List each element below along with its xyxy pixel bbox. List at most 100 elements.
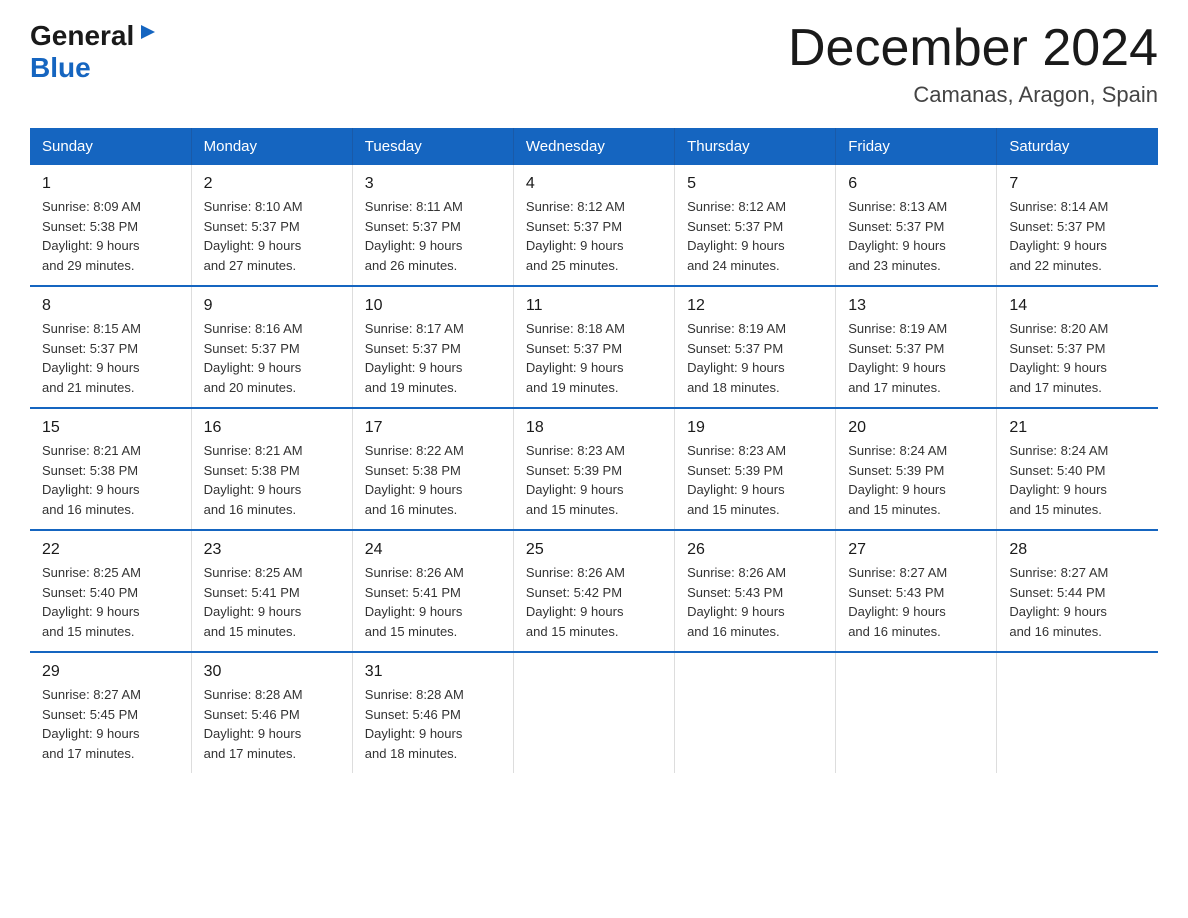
- column-header-saturday: Saturday: [997, 128, 1158, 165]
- day-info: Sunrise: 8:18 AM Sunset: 5:37 PM Dayligh…: [526, 319, 662, 397]
- calendar-cell: 5 Sunrise: 8:12 AM Sunset: 5:37 PM Dayli…: [675, 165, 836, 286]
- calendar-cell: 8 Sunrise: 8:15 AM Sunset: 5:37 PM Dayli…: [30, 286, 191, 408]
- day-number: 20: [848, 419, 984, 437]
- calendar-cell: [513, 652, 674, 773]
- day-info: Sunrise: 8:27 AM Sunset: 5:43 PM Dayligh…: [848, 563, 984, 641]
- day-info: Sunrise: 8:11 AM Sunset: 5:37 PM Dayligh…: [365, 197, 501, 275]
- calendar-cell: [675, 652, 836, 773]
- day-number: 5: [687, 175, 823, 193]
- day-number: 25: [526, 541, 662, 559]
- day-info: Sunrise: 8:19 AM Sunset: 5:37 PM Dayligh…: [848, 319, 984, 397]
- day-number: 14: [1009, 297, 1146, 315]
- day-number: 2: [204, 175, 340, 193]
- calendar-cell: 2 Sunrise: 8:10 AM Sunset: 5:37 PM Dayli…: [191, 165, 352, 286]
- calendar-cell: 3 Sunrise: 8:11 AM Sunset: 5:37 PM Dayli…: [352, 165, 513, 286]
- logo-blue: Blue: [30, 52, 91, 83]
- day-info: Sunrise: 8:09 AM Sunset: 5:38 PM Dayligh…: [42, 197, 179, 275]
- day-number: 19: [687, 419, 823, 437]
- calendar-cell: 11 Sunrise: 8:18 AM Sunset: 5:37 PM Dayl…: [513, 286, 674, 408]
- week-row-5: 29 Sunrise: 8:27 AM Sunset: 5:45 PM Dayl…: [30, 652, 1158, 773]
- calendar-cell: 25 Sunrise: 8:26 AM Sunset: 5:42 PM Dayl…: [513, 530, 674, 652]
- day-number: 22: [42, 541, 179, 559]
- day-number: 4: [526, 175, 662, 193]
- page-header: General Blue December 2024 Camanas, Arag…: [30, 20, 1158, 108]
- day-number: 23: [204, 541, 340, 559]
- header-row: SundayMondayTuesdayWednesdayThursdayFrid…: [30, 128, 1158, 165]
- day-info: Sunrise: 8:27 AM Sunset: 5:45 PM Dayligh…: [42, 685, 179, 763]
- day-info: Sunrise: 8:19 AM Sunset: 5:37 PM Dayligh…: [687, 319, 823, 397]
- day-info: Sunrise: 8:26 AM Sunset: 5:42 PM Dayligh…: [526, 563, 662, 641]
- day-info: Sunrise: 8:21 AM Sunset: 5:38 PM Dayligh…: [42, 441, 179, 519]
- day-info: Sunrise: 8:12 AM Sunset: 5:37 PM Dayligh…: [687, 197, 823, 275]
- column-header-sunday: Sunday: [30, 128, 191, 165]
- day-number: 16: [204, 419, 340, 437]
- calendar-body: 1 Sunrise: 8:09 AM Sunset: 5:38 PM Dayli…: [30, 165, 1158, 773]
- day-number: 3: [365, 175, 501, 193]
- calendar-cell: 12 Sunrise: 8:19 AM Sunset: 5:37 PM Dayl…: [675, 286, 836, 408]
- day-info: Sunrise: 8:25 AM Sunset: 5:41 PM Dayligh…: [204, 563, 340, 641]
- day-number: 28: [1009, 541, 1146, 559]
- day-number: 18: [526, 419, 662, 437]
- day-number: 17: [365, 419, 501, 437]
- calendar-cell: 30 Sunrise: 8:28 AM Sunset: 5:46 PM Dayl…: [191, 652, 352, 773]
- logo-general: General: [30, 20, 134, 52]
- calendar-cell: 4 Sunrise: 8:12 AM Sunset: 5:37 PM Dayli…: [513, 165, 674, 286]
- calendar-cell: 1 Sunrise: 8:09 AM Sunset: 5:38 PM Dayli…: [30, 165, 191, 286]
- calendar-cell: 13 Sunrise: 8:19 AM Sunset: 5:37 PM Dayl…: [836, 286, 997, 408]
- logo-triangle-icon: [139, 23, 157, 46]
- calendar-cell: 28 Sunrise: 8:27 AM Sunset: 5:44 PM Dayl…: [997, 530, 1158, 652]
- calendar-table: SundayMondayTuesdayWednesdayThursdayFrid…: [30, 128, 1158, 773]
- day-info: Sunrise: 8:17 AM Sunset: 5:37 PM Dayligh…: [365, 319, 501, 397]
- calendar-cell: [836, 652, 997, 773]
- calendar-cell: 14 Sunrise: 8:20 AM Sunset: 5:37 PM Dayl…: [997, 286, 1158, 408]
- calendar-cell: [997, 652, 1158, 773]
- day-number: 24: [365, 541, 501, 559]
- day-number: 1: [42, 175, 179, 193]
- day-info: Sunrise: 8:20 AM Sunset: 5:37 PM Dayligh…: [1009, 319, 1146, 397]
- calendar-cell: 17 Sunrise: 8:22 AM Sunset: 5:38 PM Dayl…: [352, 408, 513, 530]
- day-number: 29: [42, 663, 179, 681]
- day-info: Sunrise: 8:21 AM Sunset: 5:38 PM Dayligh…: [204, 441, 340, 519]
- column-header-friday: Friday: [836, 128, 997, 165]
- title-area: December 2024 Camanas, Aragon, Spain: [788, 20, 1158, 108]
- column-header-tuesday: Tuesday: [352, 128, 513, 165]
- day-info: Sunrise: 8:14 AM Sunset: 5:37 PM Dayligh…: [1009, 197, 1146, 275]
- day-number: 26: [687, 541, 823, 559]
- calendar-cell: 26 Sunrise: 8:26 AM Sunset: 5:43 PM Dayl…: [675, 530, 836, 652]
- day-info: Sunrise: 8:15 AM Sunset: 5:37 PM Dayligh…: [42, 319, 179, 397]
- day-number: 13: [848, 297, 984, 315]
- calendar-cell: 24 Sunrise: 8:26 AM Sunset: 5:41 PM Dayl…: [352, 530, 513, 652]
- day-info: Sunrise: 8:28 AM Sunset: 5:46 PM Dayligh…: [204, 685, 340, 763]
- day-number: 30: [204, 663, 340, 681]
- week-row-3: 15 Sunrise: 8:21 AM Sunset: 5:38 PM Dayl…: [30, 408, 1158, 530]
- calendar-cell: 20 Sunrise: 8:24 AM Sunset: 5:39 PM Dayl…: [836, 408, 997, 530]
- page-subtitle: Camanas, Aragon, Spain: [788, 82, 1158, 108]
- day-number: 15: [42, 419, 179, 437]
- day-info: Sunrise: 8:25 AM Sunset: 5:40 PM Dayligh…: [42, 563, 179, 641]
- calendar-cell: 6 Sunrise: 8:13 AM Sunset: 5:37 PM Dayli…: [836, 165, 997, 286]
- day-info: Sunrise: 8:13 AM Sunset: 5:37 PM Dayligh…: [848, 197, 984, 275]
- day-info: Sunrise: 8:26 AM Sunset: 5:41 PM Dayligh…: [365, 563, 501, 641]
- calendar-cell: 9 Sunrise: 8:16 AM Sunset: 5:37 PM Dayli…: [191, 286, 352, 408]
- logo: General Blue: [30, 20, 157, 84]
- day-number: 31: [365, 663, 501, 681]
- calendar-cell: 22 Sunrise: 8:25 AM Sunset: 5:40 PM Dayl…: [30, 530, 191, 652]
- day-number: 6: [848, 175, 984, 193]
- day-number: 7: [1009, 175, 1146, 193]
- week-row-2: 8 Sunrise: 8:15 AM Sunset: 5:37 PM Dayli…: [30, 286, 1158, 408]
- calendar-cell: 10 Sunrise: 8:17 AM Sunset: 5:37 PM Dayl…: [352, 286, 513, 408]
- day-info: Sunrise: 8:10 AM Sunset: 5:37 PM Dayligh…: [204, 197, 340, 275]
- day-info: Sunrise: 8:28 AM Sunset: 5:46 PM Dayligh…: [365, 685, 501, 763]
- day-number: 21: [1009, 419, 1146, 437]
- day-number: 11: [526, 297, 662, 315]
- column-header-thursday: Thursday: [675, 128, 836, 165]
- column-header-monday: Monday: [191, 128, 352, 165]
- calendar-cell: 31 Sunrise: 8:28 AM Sunset: 5:46 PM Dayl…: [352, 652, 513, 773]
- calendar-cell: 19 Sunrise: 8:23 AM Sunset: 5:39 PM Dayl…: [675, 408, 836, 530]
- day-number: 27: [848, 541, 984, 559]
- day-info: Sunrise: 8:27 AM Sunset: 5:44 PM Dayligh…: [1009, 563, 1146, 641]
- day-info: Sunrise: 8:16 AM Sunset: 5:37 PM Dayligh…: [204, 319, 340, 397]
- day-number: 10: [365, 297, 501, 315]
- page-title: December 2024: [788, 20, 1158, 77]
- day-info: Sunrise: 8:23 AM Sunset: 5:39 PM Dayligh…: [526, 441, 662, 519]
